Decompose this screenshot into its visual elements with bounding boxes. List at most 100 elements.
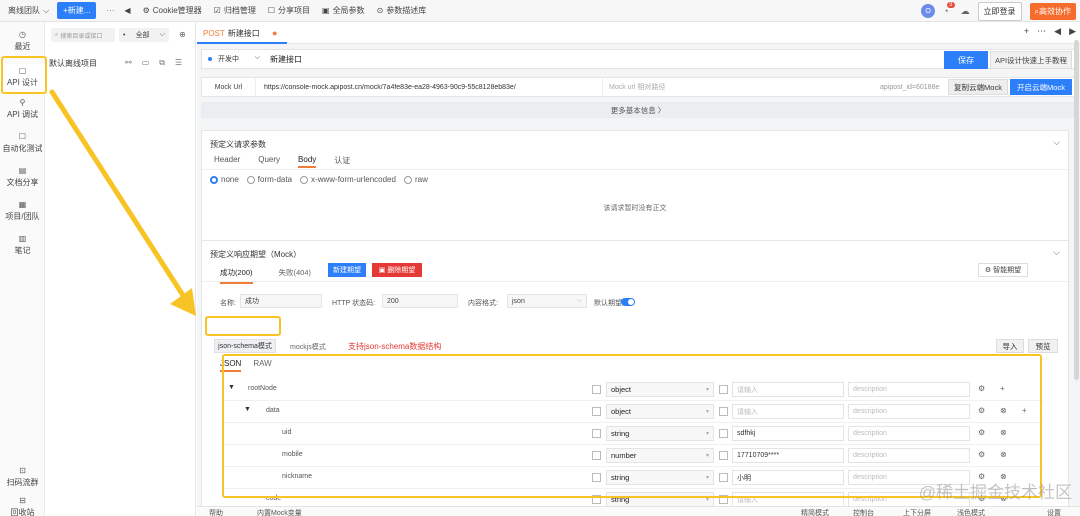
- next-icon[interactable]: ▶: [1069, 26, 1076, 37]
- remove-icon[interactable]: ⊗: [1000, 406, 1007, 415]
- sidebar-item-automation[interactable]: ☐ 自动化测试: [0, 132, 45, 154]
- search-input[interactable]: ⌕ 搜索目录或接口: [51, 28, 115, 42]
- mock-input[interactable]: sdfhkj: [732, 426, 844, 441]
- mock-input[interactable]: 小明: [732, 470, 844, 485]
- split-view-toggle[interactable]: 上下分屏: [903, 508, 931, 516]
- sidebar-item-doc-share[interactable]: ▤ 文档分享: [0, 166, 45, 188]
- menu-share[interactable]: ☐ 分享项目: [268, 5, 310, 16]
- tab-body[interactable]: Body: [298, 155, 317, 168]
- more-icon[interactable]: ···: [106, 6, 114, 15]
- required-checkbox[interactable]: [592, 385, 601, 394]
- settings-icon[interactable]: ⚙: [978, 428, 985, 437]
- menu-cookie[interactable]: ⚙ Cookie管理器: [143, 5, 202, 16]
- api-name-input[interactable]: 新建接口: [270, 54, 302, 65]
- guide-button[interactable]: API设计快速上手教程: [990, 51, 1072, 69]
- settings-link[interactable]: 设置: [1047, 508, 1061, 516]
- import-button[interactable]: 导入: [996, 339, 1024, 353]
- avatar[interactable]: O: [921, 4, 936, 18]
- field-name[interactable]: rootNode: [248, 385, 277, 392]
- login-button[interactable]: 立即登录: [977, 1, 1022, 21]
- type-select[interactable]: string ▾: [606, 426, 714, 441]
- type-select[interactable]: object ▾: [606, 404, 714, 419]
- mock-checkbox[interactable]: [719, 451, 728, 460]
- field-name[interactable]: data: [266, 407, 280, 414]
- tab-header[interactable]: Header: [214, 155, 240, 168]
- required-checkbox[interactable]: [592, 407, 601, 416]
- project-name[interactable]: 默认离线项目: [49, 58, 97, 69]
- sidebar-item-api-debug[interactable]: ⚲ API 调试: [0, 98, 45, 120]
- scope-select[interactable]: • 全部 ⌵: [119, 28, 169, 42]
- console-toggle[interactable]: 控制台: [853, 508, 874, 516]
- mock-path-input[interactable]: Mock url 相对路径: [602, 78, 880, 96]
- add-icon[interactable]: +: [1022, 406, 1027, 415]
- required-checkbox[interactable]: [592, 473, 601, 482]
- sidebar-item-project[interactable]: ▦ 项目/团队: [0, 200, 45, 222]
- save-button[interactable]: 保存: [944, 51, 988, 69]
- settings-icon[interactable]: ⚙: [978, 406, 985, 415]
- preview-button[interactable]: 预览: [1028, 339, 1058, 353]
- tab-json[interactable]: JSON: [220, 359, 242, 372]
- field-name[interactable]: mobile: [282, 451, 303, 458]
- scrollbar[interactable]: [1074, 40, 1079, 380]
- mock-checkbox[interactable]: [719, 407, 728, 416]
- radio-form-data[interactable]: form-data: [246, 175, 292, 184]
- theme-toggle[interactable]: 浅色模式: [957, 508, 985, 516]
- name-input[interactable]: 成功: [240, 294, 322, 308]
- sidebar-item-api-design[interactable]: ▢ API 设计: [0, 64, 45, 94]
- mock-input[interactable]: 请输入: [732, 492, 844, 507]
- chevron-down-icon[interactable]: ⌵: [1053, 247, 1060, 258]
- required-checkbox[interactable]: [592, 451, 601, 460]
- type-select[interactable]: string ▾: [606, 492, 714, 507]
- open-cloud-mock-button[interactable]: 开启云端Mock: [1010, 79, 1072, 95]
- help-link[interactable]: 帮助: [209, 508, 223, 516]
- remove-icon[interactable]: ⊗: [1000, 450, 1007, 459]
- compact-mode-toggle[interactable]: 精简模式: [801, 508, 829, 516]
- description-input[interactable]: description: [848, 404, 970, 419]
- prev-icon[interactable]: ◀: [1054, 26, 1061, 37]
- description-input[interactable]: description: [848, 382, 970, 397]
- mock-input[interactable]: 请输入: [732, 382, 844, 397]
- menu-global-params[interactable]: ▣ 全局参数: [322, 5, 365, 16]
- more-icon[interactable]: ⋯: [1037, 26, 1046, 37]
- chevron-down-icon[interactable]: ⌵: [1053, 137, 1060, 148]
- mode-mockjs[interactable]: mockjs模式: [290, 342, 326, 352]
- mock-checkbox[interactable]: [719, 473, 728, 482]
- link-icon[interactable]: ⚯: [125, 58, 132, 68]
- mock-checkbox[interactable]: [719, 429, 728, 438]
- sidebar-item-recent[interactable]: ◷ 最近: [0, 30, 45, 52]
- field-name[interactable]: uid: [282, 429, 291, 436]
- delete-expectation-button[interactable]: ▣ 删除期望: [372, 263, 422, 277]
- expand-icon[interactable]: ▼: [244, 406, 251, 413]
- settings-icon[interactable]: ⚙: [978, 450, 985, 459]
- more-info-toggle[interactable]: 更多基本信息 〉: [201, 102, 1075, 118]
- mock-checkbox[interactable]: [719, 495, 728, 504]
- status-select[interactable]: 开发中 ⌵: [218, 54, 260, 64]
- folder-icon[interactable]: ▭: [142, 58, 150, 68]
- type-select[interactable]: object ▾: [606, 382, 714, 397]
- new-button[interactable]: +新建...: [57, 2, 97, 19]
- required-checkbox[interactable]: [592, 429, 601, 438]
- settings-icon[interactable]: ⚙: [978, 384, 985, 393]
- status-code-input[interactable]: 200: [382, 294, 458, 308]
- add-expectation-button[interactable]: 新建期望: [328, 263, 366, 277]
- sidebar-item-notes[interactable]: ▥ 笔记: [0, 234, 45, 256]
- collab-button[interactable]: ⌕高效协作: [1029, 2, 1076, 20]
- required-checkbox[interactable]: [592, 495, 601, 504]
- radio-urlencoded[interactable]: x-www-form-urlencoded: [300, 175, 396, 184]
- expand-icon[interactable]: ▼: [228, 384, 235, 391]
- locate-icon[interactable]: ⊕: [179, 30, 186, 39]
- description-input[interactable]: description: [848, 426, 970, 441]
- tab-auth[interactable]: 认证: [334, 155, 350, 168]
- type-select[interactable]: number ▾: [606, 448, 714, 463]
- type-select[interactable]: string ▾: [606, 470, 714, 485]
- mock-checkbox[interactable]: [719, 385, 728, 394]
- tab-new-api[interactable]: POST 新建接口: [203, 28, 260, 39]
- description-input[interactable]: description: [848, 448, 970, 463]
- mock-input[interactable]: 17710709****: [732, 448, 844, 463]
- sidebar-item-qr[interactable]: ⊡ 扫码流群: [0, 466, 45, 488]
- content-format-select[interactable]: json ⌵: [507, 294, 587, 308]
- menu-param-desc[interactable]: ⊙ 参数描述库: [377, 5, 427, 16]
- sort-icon[interactable]: ☰: [175, 58, 182, 68]
- menu-archive[interactable]: ☑ 归档管理: [214, 5, 256, 16]
- copy-cloud-mock-button[interactable]: 复制云端Mock: [948, 79, 1008, 95]
